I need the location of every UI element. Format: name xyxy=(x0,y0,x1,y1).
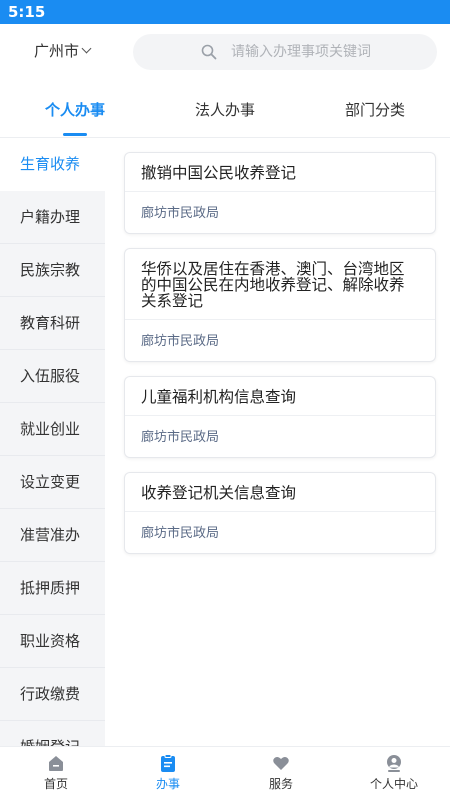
tab-legal-entity[interactable]: 法人办事 xyxy=(180,82,270,138)
chevron-down-icon xyxy=(81,43,92,54)
city-label: 广州市 xyxy=(34,42,80,60)
sidebar-item-business-permit[interactable]: 准营准办 xyxy=(0,509,105,562)
nav-profile[interactable]: 个人中心 xyxy=(338,747,450,800)
home-icon xyxy=(46,753,66,773)
sidebar-item-education[interactable]: 教育科研 xyxy=(0,297,105,350)
search-bar[interactable] xyxy=(133,34,437,70)
sidebar-item-qualification[interactable]: 职业资格 xyxy=(0,615,105,668)
city-selector[interactable]: 广州市 xyxy=(34,40,92,61)
service-dept: 廊坊市民政局 xyxy=(141,430,220,445)
sidebar-item-birth-adoption[interactable]: 生育收养 xyxy=(0,138,105,191)
nav-label: 办事 xyxy=(155,777,180,791)
service-card[interactable]: 华侨以及居住在香港、澳门、台湾地区的中国公民在内地收养登记、解除收养关系登记 廊… xyxy=(124,248,436,362)
sidebar-item-military[interactable]: 入伍服役 xyxy=(0,350,105,403)
service-title: 儿童福利机构信息查询 xyxy=(125,377,435,416)
tab-department[interactable]: 部门分类 xyxy=(330,82,420,138)
nav-label: 首页 xyxy=(43,777,68,791)
sidebar-item-registration-change[interactable]: 设立变更 xyxy=(0,456,105,509)
status-bar: 5:15 xyxy=(0,0,450,24)
service-title: 收养登记机关信息查询 xyxy=(125,473,435,512)
heart-icon xyxy=(271,753,291,773)
sidebar-item-mortgage[interactable]: 抵押质押 xyxy=(0,562,105,615)
clipboard-icon xyxy=(158,753,178,773)
service-title: 华侨以及居住在香港、澳门、台湾地区的中国公民在内地收养登记、解除收养关系登记 xyxy=(125,249,435,320)
service-dept: 廊坊市民政局 xyxy=(141,526,220,541)
service-card[interactable]: 撤销中国公民收养登记 廊坊市民政局 xyxy=(124,152,436,234)
service-list: 撤销中国公民收养登记 廊坊市民政局 华侨以及居住在香港、澳门、台湾地区的中国公民… xyxy=(105,138,450,746)
nav-home[interactable]: 首页 xyxy=(0,747,112,800)
service-dept: 廊坊市民政局 xyxy=(141,206,220,221)
nav-service[interactable]: 服务 xyxy=(225,747,337,800)
search-input[interactable] xyxy=(231,44,401,60)
nav-label: 服务 xyxy=(268,777,293,791)
user-icon xyxy=(384,753,404,773)
sidebar-item-marriage[interactable]: 婚姻登记 xyxy=(0,721,105,746)
top-bar: 广州市 xyxy=(0,24,450,82)
status-time: 5:15 xyxy=(8,3,46,21)
category-tabs: 个人办事 法人办事 部门分类 xyxy=(0,82,450,138)
nav-label: 个人中心 xyxy=(369,777,418,791)
sidebar-item-household[interactable]: 户籍办理 xyxy=(0,191,105,244)
bottom-nav: 首页 办事 服务 个人中心 xyxy=(0,746,450,800)
sidebar-item-ethnic-religion[interactable]: 民族宗教 xyxy=(0,244,105,297)
nav-services-affairs[interactable]: 办事 xyxy=(112,747,224,800)
service-card[interactable]: 收养登记机关信息查询 廊坊市民政局 xyxy=(124,472,436,554)
sidebar-item-admin-fee[interactable]: 行政缴费 xyxy=(0,668,105,721)
service-card[interactable]: 儿童福利机构信息查询 廊坊市民政局 xyxy=(124,376,436,458)
tab-personal[interactable]: 个人办事 xyxy=(30,82,120,138)
service-title: 撤销中国公民收养登记 xyxy=(125,153,435,192)
sidebar-item-employment[interactable]: 就业创业 xyxy=(0,403,105,456)
search-icon xyxy=(201,44,217,60)
service-dept: 廊坊市民政局 xyxy=(141,334,220,349)
sidebar: 生育收养 户籍办理 民族宗教 教育科研 入伍服役 就业创业 设立变更 准营准办 … xyxy=(0,138,105,746)
